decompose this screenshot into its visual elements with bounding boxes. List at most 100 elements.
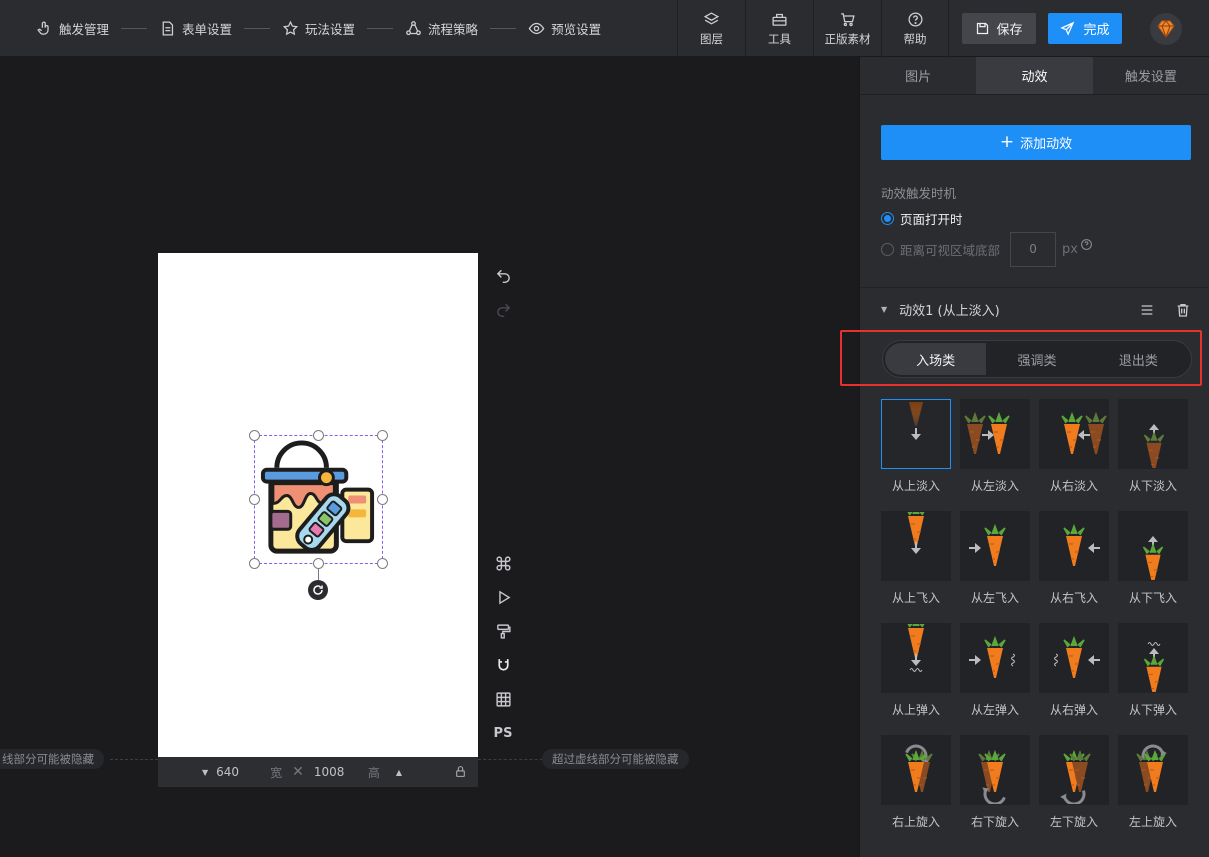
ps-button[interactable]: PS [492,722,514,744]
effect-card[interactable]: 从下弹入 [1118,623,1188,735]
brush-icon [496,623,511,639]
effect-card[interactable]: 从右飞入 [1039,511,1109,623]
touch-icon [37,21,49,35]
toolbox-icon [772,13,787,26]
resize-handle-sw[interactable] [249,558,260,569]
hidden-area-hint-right: 超过虚线部分可能被隐藏 [542,749,689,769]
effect-label: 从上弹入 [891,703,940,717]
resize-handle-ne[interactable] [377,430,388,441]
effect-label: 右上旋入 [891,815,940,829]
segment-emphasis[interactable]: 强调类 [986,343,1087,375]
width-input[interactable]: 640 [216,765,260,779]
caret-down-icon[interactable]: ▼ [881,305,887,314]
carrot-icon [969,523,1006,566]
top-toolbar: 触发管理 表单设置 玩法设置 流程策略 预览设置 图层 工具 正版素材 帮助 保… [0,0,1209,57]
help-circle-icon[interactable] [1080,238,1093,251]
selection-box[interactable] [254,435,383,564]
tab-image[interactable]: 图片 [860,57,976,94]
tool-label: 正版素材 [824,31,871,46]
effect-card[interactable]: 从左淡入 [960,399,1030,511]
effect-card[interactable]: 从上飞入 [881,511,951,623]
effect-label: 从左淡入 [970,479,1019,493]
tab-animation[interactable]: 动效 [976,57,1093,94]
tool-toolbox[interactable]: 工具 [745,0,813,57]
step-preview-settings[interactable]: 预览设置 [528,19,601,38]
carrot-icon [1054,635,1100,678]
effect-card[interactable]: 从上弹入 [881,623,951,735]
radio-label: 页面打开时 [900,212,963,227]
step-trigger-management[interactable]: 触发管理 [36,19,109,38]
menu-icon[interactable] [1139,302,1155,318]
redo-icon [496,303,510,317]
rotate-handle[interactable] [308,580,328,600]
tool-label: 帮助 [903,31,927,46]
effect-thumbnail [960,735,1030,805]
tool-licensed-assets[interactable]: 正版素材 [813,0,881,57]
height-input[interactable]: 1008 [314,765,358,779]
done-button[interactable]: 完成 [1048,13,1122,44]
step-flow-strategy[interactable]: 流程策略 [405,19,478,38]
format-painter-button[interactable] [492,620,514,642]
resize-handle-nw[interactable] [249,430,260,441]
caret-up-icon[interactable]: ▲ [396,768,402,777]
grid-button[interactable] [492,688,514,710]
redo-button[interactable] [492,297,514,319]
tool-layers[interactable]: 图层 [677,0,745,57]
distance-input[interactable]: 0 [1010,232,1057,267]
resize-handle-se[interactable] [377,558,388,569]
tool-label: 工具 [768,31,791,46]
gem-icon [1157,20,1175,39]
radio-distance[interactable]: 距离可视区域底部 0 px [881,232,1093,267]
effect-card[interactable]: 右下旋入 [960,735,1030,847]
segment-exit[interactable]: 退出类 [1088,343,1189,375]
effect-label: 右下旋入 [970,815,1019,829]
effect-card[interactable]: 从右弹入 [1039,623,1109,735]
tab-trigger-settings[interactable]: 触发设置 [1093,57,1209,94]
tool-help[interactable]: 帮助 [881,0,949,57]
segment-entrance[interactable]: 入场类 [885,343,987,375]
effect-card[interactable]: 从下飞入 [1118,511,1188,623]
trash-icon[interactable] [1175,302,1191,318]
effect-card[interactable]: 左下旋入 [1039,735,1109,847]
step-form-settings[interactable]: 表单设置 [159,19,232,38]
effect-card[interactable]: 左上旋入 [1118,735,1188,847]
step-separator [367,28,394,29]
save-button[interactable]: 保存 [962,13,1036,44]
resize-handle-s[interactable] [313,558,324,569]
effect-card[interactable]: 从左飞入 [960,511,1030,623]
grid-icon [495,691,511,707]
effect-thumbnail [881,735,951,805]
carrot-icon [964,411,1010,454]
effect-card[interactable]: 右上旋入 [881,735,951,847]
effect-label: 从下飞入 [1128,591,1177,605]
effect-label: 从左弹入 [970,703,1019,717]
user-avatar[interactable] [1150,13,1182,45]
step-gameplay-settings[interactable]: 玩法设置 [282,19,355,38]
effect-item-header[interactable]: ▼ 动效1 (从上淡入) [881,300,1191,319]
tool-label: 图层 [700,31,723,46]
radio-on-open[interactable]: 页面打开时 [881,209,963,228]
effect-card[interactable]: 从右淡入 [1039,399,1109,511]
lock-icon[interactable] [454,765,467,778]
carrot-icon [969,635,1015,678]
add-effect-button[interactable]: + 添加动效 [881,125,1191,160]
step-label: 表单设置 [182,22,233,37]
effect-thumbnail [1039,735,1109,805]
send-icon [1060,21,1075,36]
effect-title: 动效1 (从上淡入) [899,304,1000,319]
rotate-icon [313,585,323,595]
magnet-button[interactable] [492,654,514,676]
paint-bucket-icon[interactable] [255,436,382,563]
resize-handle-e[interactable] [377,494,388,505]
resize-handle-n[interactable] [313,430,324,441]
effect-card[interactable]: 从下淡入 [1118,399,1188,511]
properties-panel: 图片 动效 触发设置 + 添加动效 动效触发时机 页面打开时 距离可视区域底部 … [840,57,1209,857]
effect-card[interactable]: 从左弹入 [960,623,1030,735]
effect-card[interactable]: 从上淡入 [881,399,951,511]
times-icon: ✕ [292,764,304,780]
undo-button[interactable] [492,263,514,285]
caret-down-icon[interactable]: ▼ [202,768,208,777]
resize-handle-w[interactable] [249,494,260,505]
shortcut-button[interactable] [492,552,514,574]
play-button[interactable] [492,586,514,608]
